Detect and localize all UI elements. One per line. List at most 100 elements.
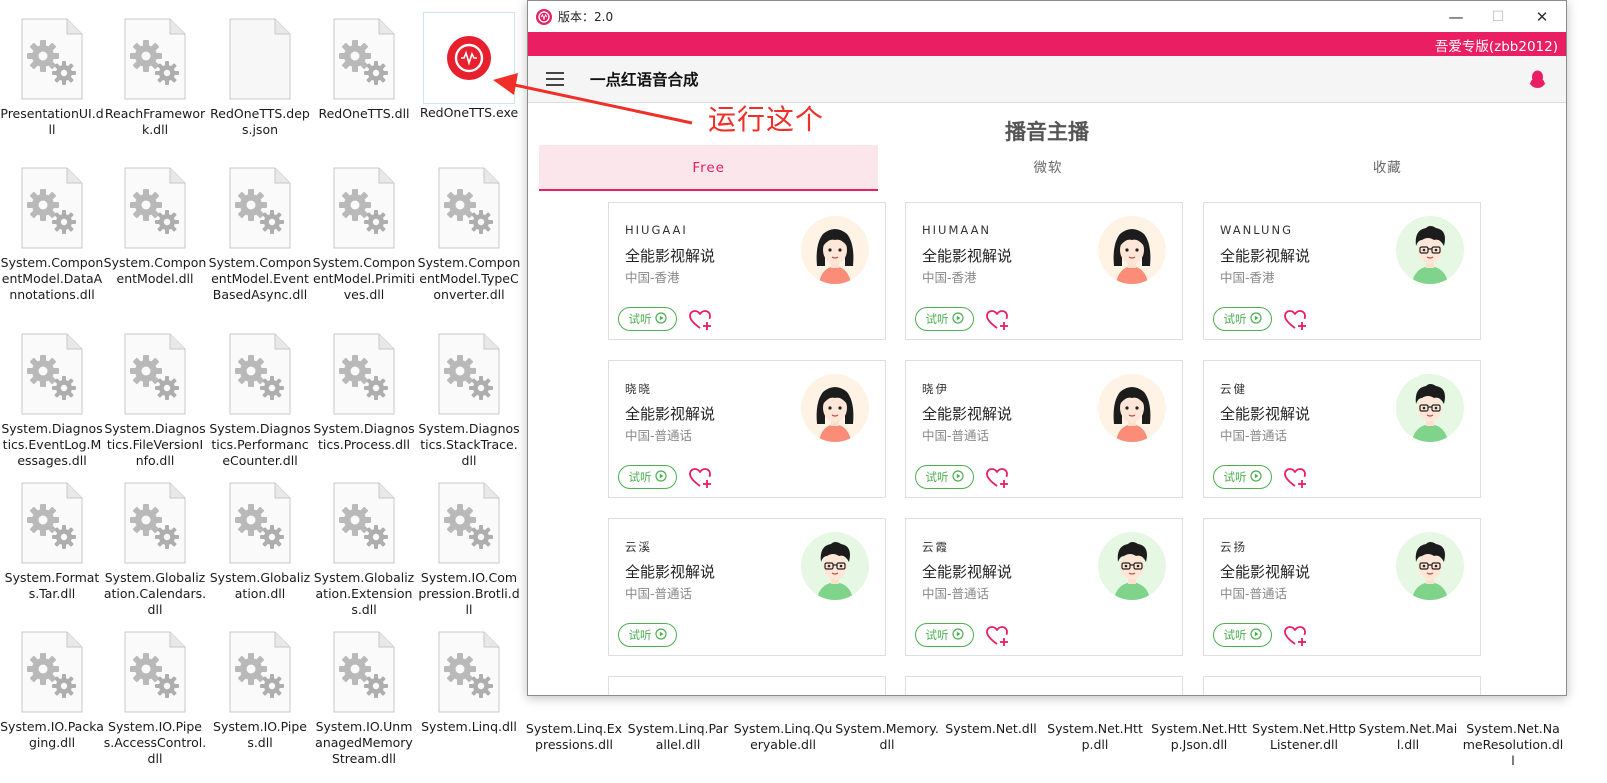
dll-file-icon — [333, 333, 395, 415]
tab-1[interactable]: 微软 — [878, 145, 1217, 191]
tab-0[interactable]: Free — [539, 145, 879, 191]
promo-text: 吾爱专版(zbb2012) — [1434, 39, 1558, 55]
file-name: System.Linq.Parallel.dll — [627, 721, 729, 752]
minimize-button[interactable]: — — [1435, 1, 1477, 32]
file-item[interactable]: System.IO.Pipes.AccessControl.dll — [103, 631, 207, 767]
voice-style: 全能影视解说 — [1220, 405, 1311, 423]
voice-id: 云扬 — [1220, 540, 1247, 554]
voice-card[interactable] — [1203, 676, 1481, 695]
file-name: System.Diagnostics.FileVersionInfo.dll — [104, 421, 206, 468]
listen-label: 试听 — [628, 312, 652, 326]
file-name: System.Diagnostics.PerformanceCounter.dl… — [209, 421, 311, 468]
tab-2[interactable]: 收藏 — [1218, 145, 1557, 191]
dll-file-icon — [229, 167, 291, 249]
voice-region: 中国-香港 — [1220, 270, 1275, 285]
voice-card[interactable]: 晓晓 全能影视解说 中国-普通话 试听 — [608, 360, 886, 498]
file-name: System.Net.dll — [945, 721, 1037, 736]
file-item[interactable]: System.Globalization.Calendars.dll — [103, 482, 207, 618]
window-title: 版本：2.0 — [558, 10, 614, 24]
voice-card[interactable]: 云健 全能影视解说 中国-普通话 试听 — [1203, 360, 1481, 498]
voice-card[interactable]: 云扬 全能影视解说 中国-普通话 试听 — [1203, 518, 1481, 656]
favorite-add-icon[interactable] — [986, 309, 1010, 335]
file-item[interactable]: System.IO.Packaging.dll — [0, 631, 104, 751]
file-item[interactable]: System.ComponentModel.DataAnnotations.dl… — [0, 167, 104, 303]
file-item[interactable]: RedOneTTS.deps.json — [208, 18, 312, 138]
listen-button[interactable]: 试听 — [618, 623, 677, 647]
file-name: System.ComponentModel.TypeConverter.dll — [417, 255, 521, 302]
file-name: System.Diagnostics.Process.dll — [313, 421, 415, 452]
file-item[interactable]: System.ComponentModel.TypeConverter.dll — [417, 167, 521, 303]
dll-file-icon — [333, 167, 395, 249]
dll-file-icon — [124, 18, 186, 100]
title-bar[interactable]: 版本：2.0 — ☐ ✕ — [528, 1, 1566, 32]
favorite-add-icon[interactable] — [689, 467, 713, 493]
file-name: System.Linq.Expressions.dll — [525, 721, 623, 752]
file-item[interactable]: System.IO.Compression.Brotli.dll — [417, 482, 521, 618]
voice-card[interactable] — [608, 676, 886, 695]
file-item[interactable]: RedOneTTS.dll — [312, 18, 416, 122]
listen-button[interactable]: 试听 — [618, 465, 677, 489]
dll-file-icon — [229, 631, 291, 713]
file-item[interactable]: System.Formats.Tar.dll — [0, 482, 104, 602]
file-item[interactable]: System.ComponentModel.Primitives.dll — [312, 167, 416, 303]
voice-style: 全能影视解说 — [1220, 247, 1311, 265]
voice-region: 中国-普通话 — [1220, 586, 1288, 601]
listen-button[interactable]: 试听 — [915, 307, 974, 331]
voice-card[interactable]: HIUMAAN 全能影视解说 中国-香港 试听 — [905, 202, 1183, 340]
qq-penguin-icon[interactable] — [1529, 70, 1546, 89]
listen-button[interactable]: 试听 — [1213, 465, 1272, 489]
app-logo-icon — [423, 12, 515, 104]
listen-button[interactable]: 试听 — [915, 623, 974, 647]
voice-card[interactable]: 云霞 全能影视解说 中国-普通话 试听 — [905, 518, 1183, 656]
file-item[interactable]: System.Linq.dll — [417, 631, 521, 735]
male-avatar — [1098, 532, 1166, 600]
close-button[interactable]: ✕ — [1521, 1, 1563, 32]
file-item[interactable]: System.IO.Pipes.dll — [208, 631, 312, 751]
file-item[interactable]: System.ComponentModel.dll — [103, 167, 207, 287]
file-name: System.ComponentModel.dll — [103, 255, 207, 286]
listen-button[interactable]: 试听 — [1213, 623, 1272, 647]
voice-card[interactable]: HIUGAAI 全能影视解说 中国-香港 试听 — [608, 202, 886, 340]
file-item[interactable]: System.Globalization.Extensions.dll — [312, 482, 416, 618]
voice-card[interactable]: 云溪 全能影视解说 中国-普通话 试听 — [608, 518, 886, 656]
file-item[interactable]: System.Globalization.dll — [208, 482, 312, 602]
file-item[interactable]: PresentationUI.dll — [0, 18, 104, 138]
dll-file-icon — [124, 333, 186, 415]
file-item[interactable]: System.Diagnostics.FileVersionInfo.dll — [103, 333, 207, 469]
voice-id: 云溪 — [625, 540, 652, 554]
favorite-add-icon[interactable] — [1284, 467, 1308, 493]
file-item[interactable]: System.Diagnostics.EventLog.Messages.dll — [0, 333, 104, 469]
listen-label: 试听 — [925, 628, 949, 642]
listen-button[interactable]: 试听 — [915, 465, 974, 489]
play-icon — [1249, 311, 1262, 327]
app-window: 版本：2.0 — ☐ ✕ 吾爱专版(zbb2012) 一点红语音合成 播音主播 … — [527, 0, 1567, 696]
voice-card[interactable] — [905, 676, 1183, 695]
favorite-add-icon[interactable] — [986, 625, 1010, 651]
favorite-add-icon[interactable] — [986, 467, 1010, 493]
favorite-add-icon[interactable] — [689, 309, 713, 335]
file-name: System.Memory.dll — [835, 721, 939, 752]
file-item[interactable]: System.Diagnostics.PerformanceCounter.dl… — [208, 333, 312, 469]
favorite-add-icon[interactable] — [1284, 309, 1308, 335]
male-avatar — [1396, 532, 1464, 600]
maximize-button[interactable]: ☐ — [1477, 1, 1519, 32]
voice-region: 中国-普通话 — [1220, 428, 1288, 443]
voice-card[interactable]: WANLUNG 全能影视解说 中国-香港试听 — [1203, 202, 1481, 340]
play-icon — [654, 469, 667, 485]
file-item[interactable]: ReachFramework.dll — [103, 18, 207, 138]
favorite-add-icon[interactable] — [1284, 625, 1308, 651]
file-item[interactable]: System.ComponentModel.EventBasedAsync.dl… — [208, 167, 312, 303]
file-item[interactable]: System.Diagnostics.StackTrace.dll — [417, 333, 521, 469]
voice-id: WANLUNG — [1220, 223, 1293, 237]
exe-file-item[interactable]: RedOneTTS.exe — [417, 12, 521, 121]
listen-label: 试听 — [628, 470, 652, 484]
file-name: System.Globalization.dll — [209, 570, 311, 601]
voice-card[interactable]: 晓伊 全能影视解说 中国-普通话 试听 — [905, 360, 1183, 498]
listen-button[interactable]: 试听 — [618, 307, 677, 331]
listen-button[interactable]: 试听 — [1213, 307, 1272, 331]
file-item[interactable]: System.IO.UnmanagedMemoryStream.dll — [312, 631, 416, 767]
dll-file-icon — [229, 333, 291, 415]
hamburger-menu-icon[interactable] — [546, 72, 564, 86]
dll-file-icon — [229, 482, 291, 564]
file-item[interactable]: System.Diagnostics.Process.dll — [312, 333, 416, 453]
